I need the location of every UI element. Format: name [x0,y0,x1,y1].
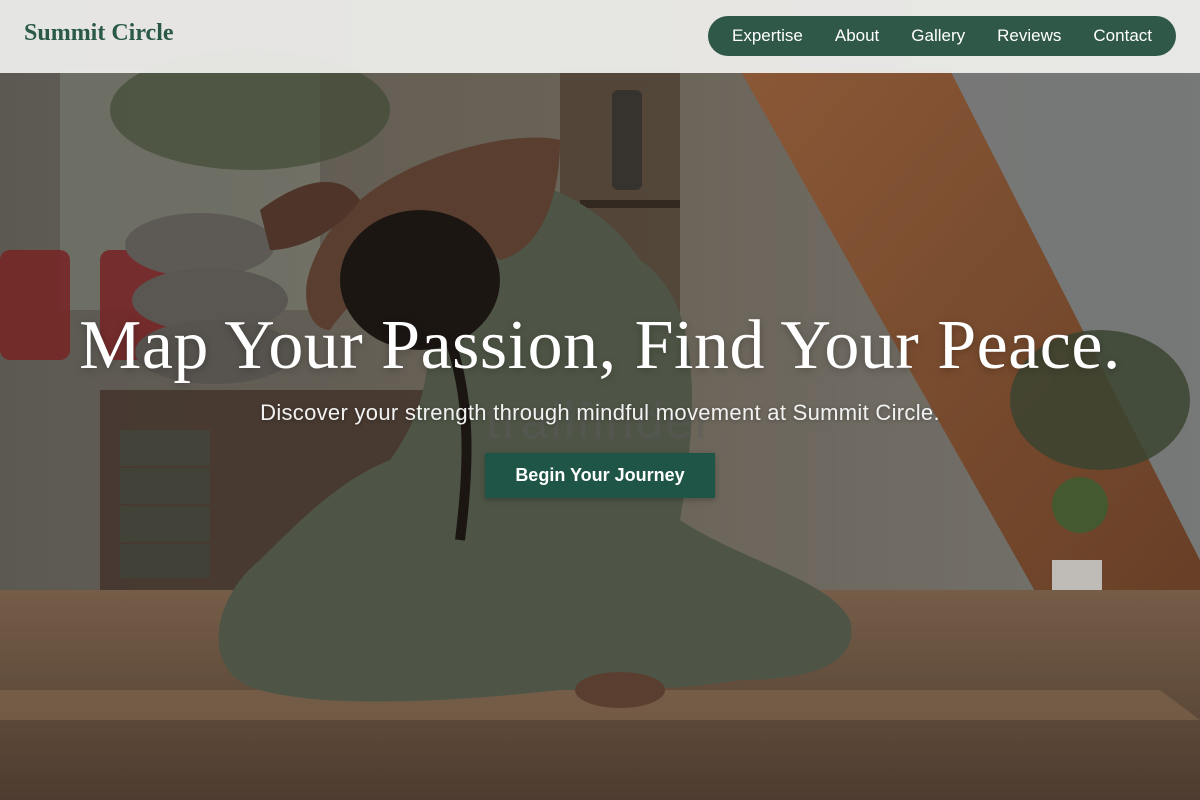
nav-about[interactable]: About [819,16,895,56]
nav-contact[interactable]: Contact [1077,16,1168,56]
nav-gallery[interactable]: Gallery [895,16,981,56]
brand-logo[interactable]: Summit Circle [24,20,174,47]
site-header: Summit Circle Expertise About Gallery Re… [0,0,1200,73]
nav-expertise[interactable]: Expertise [716,16,819,56]
hero-headline: Map Your Passion, Find Your Peace. [79,307,1121,384]
hero-subheadline: Discover your strength through mindful m… [260,400,940,425]
begin-journey-button[interactable]: Begin Your Journey [485,453,715,498]
nav-reviews[interactable]: Reviews [981,16,1077,56]
main-nav: Expertise About Gallery Reviews Contact [707,16,1176,56]
